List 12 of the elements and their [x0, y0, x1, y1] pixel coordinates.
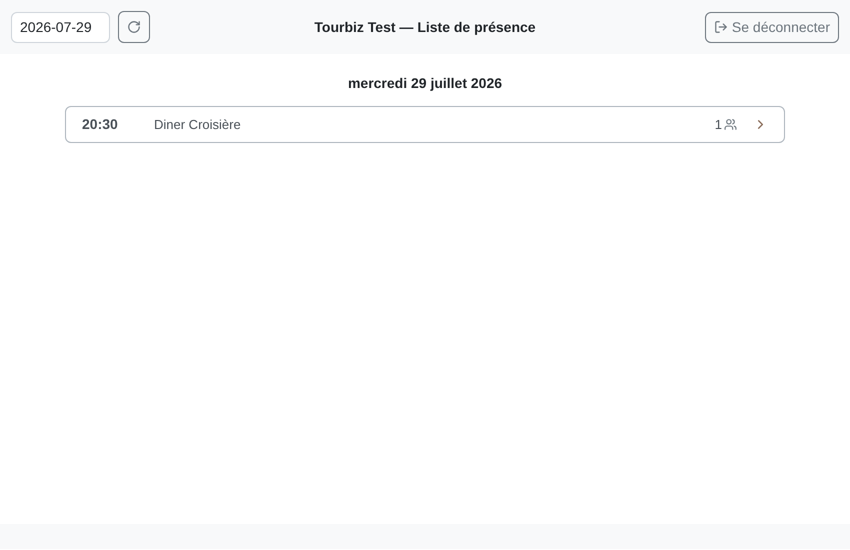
- day-heading: mercredi 29 juillet 2026: [348, 74, 502, 93]
- date-field[interactable]: 2026-07-29: [11, 12, 110, 42]
- people-icon: [724, 118, 737, 131]
- event-name: Diner Croisière: [154, 116, 242, 134]
- event-row[interactable]: 20:30 Diner Croisière 1: [65, 106, 785, 143]
- refresh-icon: [127, 20, 141, 34]
- refresh-button[interactable]: [118, 11, 150, 43]
- logout-icon: [714, 20, 728, 34]
- logout-button[interactable]: Se déconnecter: [704, 12, 839, 42]
- page-title: Tourbiz Test — Liste de présence: [314, 18, 536, 37]
- event-time: 20:30: [82, 115, 119, 134]
- attendee-count: 1: [714, 116, 722, 134]
